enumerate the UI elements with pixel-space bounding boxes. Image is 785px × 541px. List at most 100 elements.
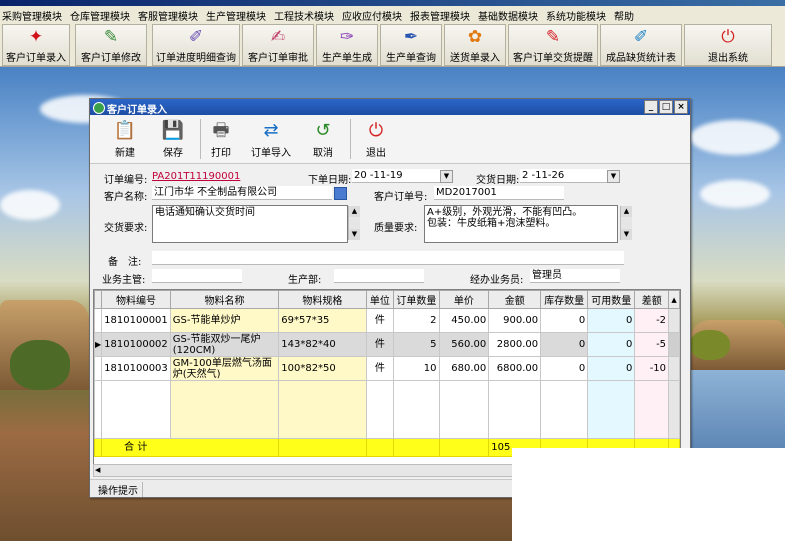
table-cell[interactable]: GM-100单层燃气汤面炉(天然气) xyxy=(169,356,280,381)
menu-production[interactable]: 生产管理模块 xyxy=(204,6,272,23)
toolbar-order-edit-button[interactable]: ✎ 客户订单修改 xyxy=(75,24,147,66)
menu-customer-service[interactable]: 客服管理模块 xyxy=(136,6,204,23)
table-cell[interactable] xyxy=(393,380,440,439)
column-header[interactable]: 金额 xyxy=(488,290,542,309)
toolbar-production-generate-button[interactable]: ✑ 生产单生成 xyxy=(316,24,378,66)
close-icon[interactable]: × xyxy=(674,100,688,114)
column-header[interactable]: 库存数量 xyxy=(540,290,589,309)
table-cell[interactable]: 0 xyxy=(540,332,589,357)
table-cell[interactable]: 143*82*40 xyxy=(278,332,367,357)
table-cell[interactable]: -5 xyxy=(634,332,670,357)
delivery-req-textarea[interactable]: 电话通知确认交货时间 xyxy=(152,205,348,243)
table-cell[interactable]: 0 xyxy=(540,356,589,381)
table-cell[interactable]: GS-节能单炒炉 xyxy=(169,308,280,333)
table-cell[interactable] xyxy=(488,380,542,439)
column-header[interactable]: 可用数量 xyxy=(587,290,636,309)
table-cell[interactable]: 2800.00 xyxy=(488,332,542,357)
table-cell[interactable]: 6800.00 xyxy=(488,356,542,381)
table-cell[interactable]: -10 xyxy=(634,356,670,381)
toolbar-order-entry-button[interactable]: ✦ 客户订单录入 xyxy=(2,24,70,66)
table-cell[interactable]: 件 xyxy=(365,308,395,333)
print-button[interactable]: 🖶 打印 xyxy=(198,118,244,160)
table-row[interactable]: 1810100003 GM-100单层燃气汤面炉(天然气) 100*82*50 … xyxy=(94,356,680,381)
delivery-date-dropdown-icon[interactable]: ▼ xyxy=(607,170,620,183)
grid-scrollbar-thumb[interactable] xyxy=(668,332,680,357)
table-cell[interactable] xyxy=(169,380,280,439)
window-title-bar[interactable]: 客户订单录入 _ □ × xyxy=(90,99,690,116)
table-cell[interactable] xyxy=(101,380,171,439)
table-cell[interactable]: 680.00 xyxy=(438,356,490,381)
table-cell[interactable]: 5 xyxy=(393,332,440,357)
table-cell[interactable] xyxy=(365,380,395,439)
column-header[interactable]: 单价 xyxy=(438,290,490,309)
grid-scrollbar-track[interactable] xyxy=(668,308,680,333)
save-button[interactable]: 💾 保存 xyxy=(150,118,196,160)
table-cell[interactable]: 900.00 xyxy=(488,308,542,333)
column-header[interactable]: 差额 xyxy=(634,290,670,309)
scroll-left-icon[interactable]: ◀ xyxy=(95,465,100,476)
table-cell[interactable] xyxy=(438,380,490,439)
table-cell[interactable]: -2 xyxy=(634,308,670,333)
table-cell[interactable] xyxy=(587,380,636,439)
table-cell[interactable]: 2 xyxy=(393,308,440,333)
customer-field[interactable]: 江门市华 不全制品有限公司 xyxy=(152,186,332,200)
salesman-field[interactable] xyxy=(152,269,242,283)
table-cell[interactable] xyxy=(278,380,367,439)
scroll-down-icon[interactable]: ▼ xyxy=(621,229,632,240)
table-cell[interactable]: 1810100003 xyxy=(101,356,171,381)
cust-order-field[interactable]: MD2017001 xyxy=(434,186,564,200)
table-cell[interactable]: 1810100002 xyxy=(101,332,171,357)
toolbar-exit-button[interactable]: ⏻ 退出系统 xyxy=(684,24,772,66)
table-cell[interactable]: 0 xyxy=(587,356,636,381)
quality-req-textarea[interactable]: A+级别，外观光滑，不能有凹凸。 包装：牛皮纸箱+泡沫塑料。 xyxy=(424,205,618,243)
column-header[interactable]: 单位 xyxy=(365,290,395,309)
scroll-up-icon[interactable]: ▲ xyxy=(621,206,632,217)
table-cell[interactable]: 件 xyxy=(365,356,395,381)
grid-scrollbar-track[interactable] xyxy=(668,380,680,439)
table-row[interactable]: ▶ 1810100002 GS-节能双炒一尾炉(120CM) 143*82*40… xyxy=(94,332,680,357)
order-import-button[interactable]: ⇄ 订单导入 xyxy=(248,118,294,160)
column-header[interactable]: 物料规格 xyxy=(278,290,367,309)
menu-receivable-payable[interactable]: 应收应付模块 xyxy=(340,6,408,23)
column-header[interactable]: 订单数量 xyxy=(393,290,440,309)
dept-field[interactable] xyxy=(334,269,424,283)
toolbar-production-query-button[interactable]: ✒ 生产单查询 xyxy=(380,24,442,66)
quality-req-scrollbar[interactable]: ▲ ▼ xyxy=(620,206,632,240)
menu-warehouse[interactable]: 仓库管理模块 xyxy=(68,6,136,23)
order-date-field[interactable]: 20 -11-19 xyxy=(352,169,444,183)
table-cell[interactable]: 1810100001 xyxy=(101,308,171,333)
table-cell[interactable]: 69*57*35 xyxy=(278,308,367,333)
toolbar-stockout-report-button[interactable]: ✐ 成品缺货统计表 xyxy=(600,24,682,66)
table-cell[interactable]: 0 xyxy=(587,308,636,333)
menu-basic-data[interactable]: 基础数据模块 xyxy=(476,6,544,23)
handler-field[interactable]: 管理员 xyxy=(530,269,620,283)
grid-scrollbar-track[interactable] xyxy=(668,356,680,381)
menu-system[interactable]: 系统功能模块 xyxy=(544,6,612,23)
table-row-empty[interactable] xyxy=(94,380,680,439)
grid-scroll-up-icon[interactable]: ▲ xyxy=(668,290,680,309)
toolbar-delivery-reminder-button[interactable]: ✎ 客户订单交货提醒 xyxy=(508,24,598,66)
table-cell[interactable]: 件 xyxy=(365,332,395,357)
table-cell[interactable] xyxy=(540,380,589,439)
remark-field[interactable] xyxy=(152,251,624,265)
minimize-icon[interactable]: _ xyxy=(644,100,658,114)
table-cell[interactable]: 0 xyxy=(540,308,589,333)
order-date-dropdown-icon[interactable]: ▼ xyxy=(440,170,453,183)
menu-help[interactable]: 帮助 xyxy=(612,6,640,23)
column-header[interactable]: 物料名称 xyxy=(169,290,280,309)
toolbar-order-approve-button[interactable]: ✍ 客户订单审批 xyxy=(242,24,314,66)
cancel-button[interactable]: ↺ 取消 xyxy=(300,118,346,160)
table-cell[interactable]: 100*82*50 xyxy=(278,356,367,381)
table-cell[interactable]: 450.00 xyxy=(438,308,490,333)
table-row[interactable]: 1810100001 GS-节能单炒炉 69*57*35 件 2 450.00 … xyxy=(94,308,680,333)
menu-engineering[interactable]: 工程技术模块 xyxy=(272,6,340,23)
menu-purchase[interactable]: 采购管理模块 xyxy=(0,6,68,23)
scroll-up-icon[interactable]: ▲ xyxy=(349,206,360,217)
delivery-date-field[interactable]: 2 -11-26 xyxy=(520,169,610,183)
scroll-down-icon[interactable]: ▼ xyxy=(349,229,360,240)
exit-button[interactable]: ⏻ 退出 xyxy=(353,118,399,160)
menu-reports[interactable]: 报表管理模块 xyxy=(408,6,476,23)
toolbar-delivery-entry-button[interactable]: ✿ 送货单录入 xyxy=(444,24,506,66)
new-button[interactable]: 📋 新建 xyxy=(102,118,148,160)
delivery-req-scrollbar[interactable]: ▲ ▼ xyxy=(348,206,360,240)
